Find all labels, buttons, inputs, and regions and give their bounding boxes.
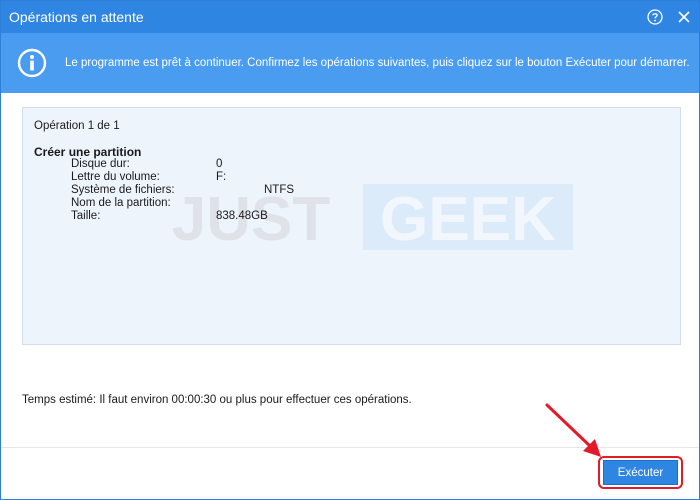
detail-value: 838.48GB: [216, 210, 268, 222]
detail-label: Système de fichiers:: [71, 184, 175, 196]
window-title: Opérations en attente: [9, 9, 144, 25]
info-circle-icon: [17, 48, 47, 78]
close-button[interactable]: [674, 7, 694, 27]
operation-name: Créer une partition: [34, 145, 142, 159]
detail-value: NTFS: [264, 184, 295, 196]
detail-label: Lettre du volume:: [71, 171, 160, 183]
time-estimate: Temps estimé: Il faut environ 00:00:30 o…: [22, 394, 412, 406]
detail-label: Disque dur:: [71, 158, 130, 170]
watermark-text-geek: GEEK: [380, 185, 556, 252]
close-icon: [678, 11, 690, 23]
watermark-logo: JUST GEEK: [172, 184, 573, 252]
info-message: Le programme est prêt à continuer. Confi…: [65, 57, 690, 69]
detail-value: F:: [216, 171, 227, 183]
title-bar: Opérations en attente: [1, 1, 699, 33]
detail-value: 0: [216, 158, 223, 170]
operation-counter: Opération 1 de 1: [34, 120, 120, 132]
operations-panel: JUST GEEK Opération 1 de 1 Créer une par…: [22, 107, 681, 345]
info-banner: Le programme est prêt à continuer. Confi…: [1, 33, 699, 93]
execute-button[interactable]: Exécuter: [603, 460, 678, 485]
question-circle-icon: [647, 9, 663, 25]
detail-label: Nom de la partition:: [71, 197, 171, 209]
detail-label: Taille:: [71, 210, 101, 222]
red-arrow-annotation: [545, 403, 601, 457]
help-button[interactable]: [645, 7, 665, 27]
dialog-window: Opérations en attente Le programme est p…: [0, 0, 700, 500]
